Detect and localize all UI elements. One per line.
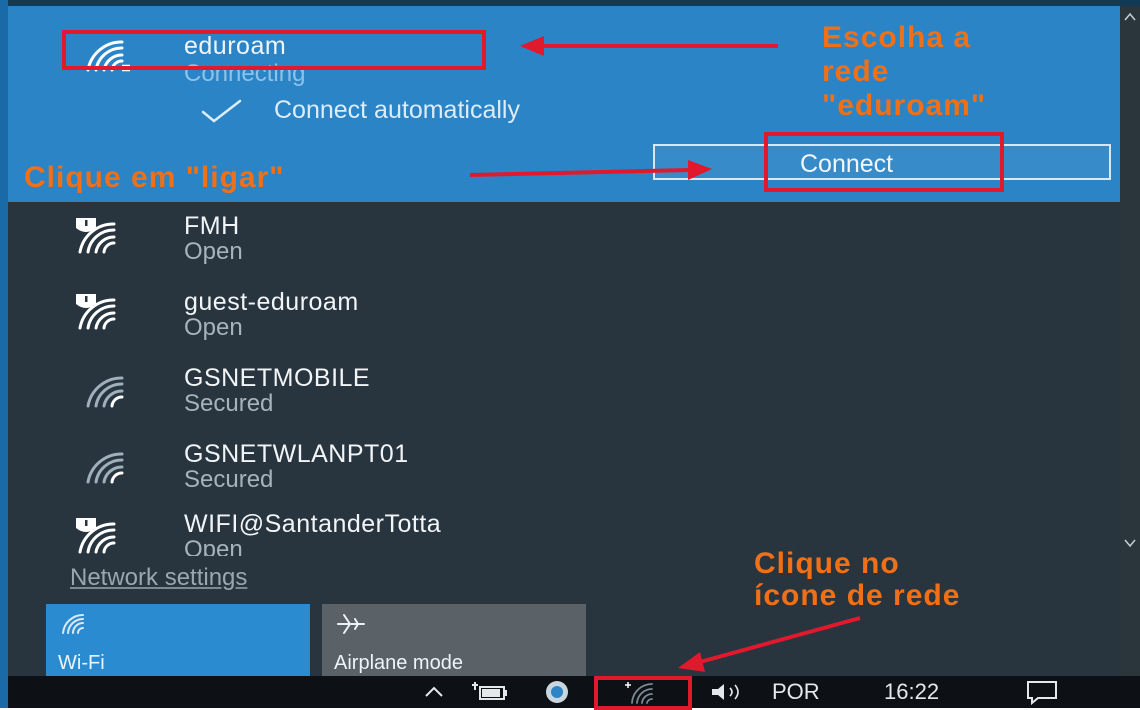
airplane-mode-quick-action-label: Airplane mode bbox=[334, 652, 463, 674]
taskbar: POR 16:22 bbox=[8, 676, 1140, 708]
notification-icon[interactable] bbox=[1024, 679, 1060, 705]
battery-icon[interactable] bbox=[470, 679, 510, 705]
network-ssid: GSNETMOBILE bbox=[184, 364, 371, 392]
chevron-up-icon[interactable] bbox=[422, 679, 446, 705]
screen: eduroam Connecting Connect automatically… bbox=[0, 0, 1140, 710]
wifi-open-warning-icon bbox=[76, 218, 116, 254]
wifi-icon bbox=[62, 613, 84, 634]
network-ssid: GSNETWLANPT01 bbox=[184, 440, 409, 468]
network-status: Secured bbox=[184, 466, 274, 493]
annotation-click-icon-line-1: Clique no bbox=[754, 547, 900, 580]
airplane-mode-quick-action[interactable]: Airplane mode bbox=[322, 604, 586, 682]
app-icon[interactable] bbox=[540, 679, 574, 705]
network-ssid: guest-eduroam bbox=[184, 288, 359, 316]
network-status: Secured bbox=[184, 390, 274, 417]
wifi-quick-action-label: Wi-Fi bbox=[58, 652, 105, 674]
scroll-up-icon[interactable] bbox=[1124, 12, 1136, 22]
connect-automatically-label: Connect automatically bbox=[274, 96, 520, 124]
annotation-choose-line-3: "eduroam" bbox=[822, 89, 987, 122]
scrollbar[interactable] bbox=[1120, 6, 1140, 676]
wifi-icon bbox=[86, 452, 124, 484]
network-status: Open bbox=[184, 314, 243, 341]
network-item-fmh[interactable]: FMH Open bbox=[8, 202, 1120, 272]
network-item-gsnetwlanpt01[interactable]: GSNETWLANPT01 Secured bbox=[8, 432, 1120, 502]
connect-highlight-box bbox=[764, 132, 1004, 192]
desktop-edge bbox=[0, 0, 8, 708]
scroll-down-icon[interactable] bbox=[1124, 538, 1136, 548]
airplane-icon bbox=[337, 614, 365, 634]
network-item-guest-eduroam[interactable]: guest-eduroam Open bbox=[8, 278, 1120, 348]
network-status: Open bbox=[184, 536, 243, 556]
network-ssid: WIFI@SantanderTotta bbox=[184, 510, 442, 538]
network-item-gsnetmobile[interactable]: GSNETMOBILE Secured bbox=[8, 356, 1120, 426]
annotation-choose-line-1: Escolha a bbox=[822, 21, 972, 54]
network-icon-highlight-box bbox=[594, 676, 692, 710]
network-status: Open bbox=[184, 238, 243, 265]
annotation-choose-line-2: rede bbox=[822, 55, 890, 88]
network-item-wifi-santandertotta[interactable]: WIFI@SantanderTotta Open bbox=[8, 504, 1120, 556]
wifi-icon bbox=[86, 376, 124, 408]
volume-icon[interactable] bbox=[708, 679, 748, 705]
checkmark-icon bbox=[201, 99, 242, 123]
eduroam-highlight-box bbox=[62, 30, 486, 70]
clock[interactable]: 16:22 bbox=[884, 679, 939, 705]
annotation-click-connect: Clique em "ligar" bbox=[24, 161, 285, 194]
language-indicator[interactable]: POR bbox=[772, 679, 820, 705]
annotation-click-icon-line-2: ícone de rede bbox=[754, 579, 961, 612]
wifi-open-warning-icon bbox=[76, 518, 116, 554]
network-settings-link[interactable]: Network settings bbox=[70, 564, 247, 592]
wifi-quick-action[interactable]: Wi-Fi bbox=[46, 604, 310, 682]
wifi-open-warning-icon bbox=[76, 294, 116, 330]
network-ssid: FMH bbox=[184, 212, 240, 240]
